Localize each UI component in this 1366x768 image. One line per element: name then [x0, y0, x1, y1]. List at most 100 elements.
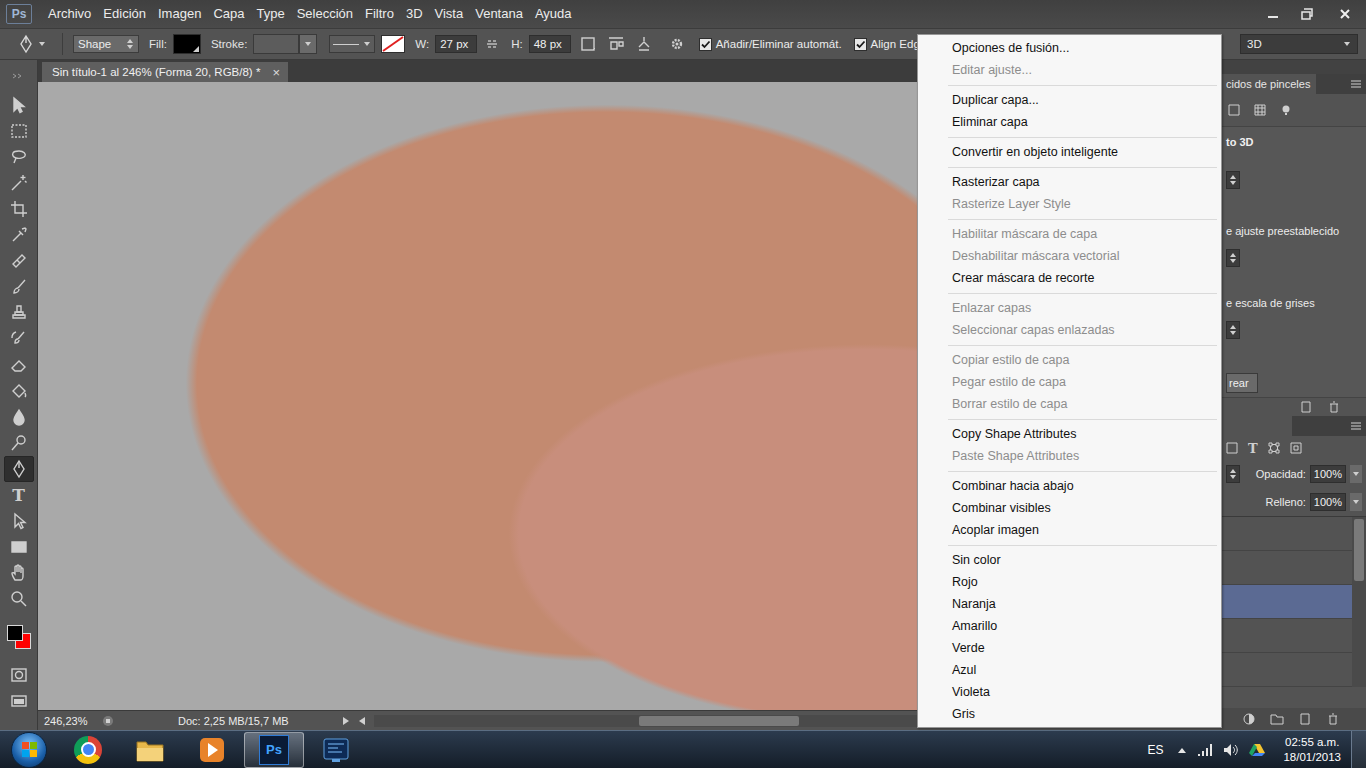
tool-button[interactable]	[4, 274, 34, 300]
context-menu-item[interactable]: Naranja	[920, 593, 1219, 615]
fill-dropdown[interactable]	[1350, 493, 1362, 511]
menu-item[interactable]: Ventana	[469, 0, 529, 28]
shape-filter-icon[interactable]	[1268, 442, 1280, 454]
context-menu-item[interactable]: Crear máscara de recorte	[920, 267, 1219, 289]
tool-preset-picker[interactable]	[16, 34, 52, 54]
dropdown[interactable]	[1226, 249, 1240, 267]
dropdown[interactable]	[1226, 171, 1240, 189]
context-menu-item[interactable]: Amarillo	[920, 615, 1219, 637]
context-menu-item[interactable]: Azul	[920, 659, 1219, 681]
menu-item[interactable]: Archivo	[42, 0, 97, 28]
scroll-left-icon[interactable]	[358, 716, 366, 726]
context-menu-item[interactable]: Combinar visibles	[920, 497, 1219, 519]
context-menu-item[interactable]: Rojo	[920, 571, 1219, 593]
vertical-scrollbar[interactable]	[1352, 517, 1366, 687]
opacity-field[interactable]: 100%	[1310, 465, 1346, 483]
context-menu-item[interactable]: Eliminar capa	[920, 111, 1219, 133]
tool-button[interactable]	[4, 404, 34, 430]
menu-item[interactable]: Ayuda	[529, 0, 578, 28]
path-operations-icon[interactable]	[579, 35, 597, 53]
foreground-color[interactable]	[7, 625, 23, 641]
minimize-button[interactable]	[1256, 0, 1290, 28]
quick-mask-button[interactable]	[4, 662, 34, 688]
trash-icon[interactable]	[1328, 401, 1340, 413]
stroke-type-dropdown[interactable]	[329, 35, 375, 53]
menu-item[interactable]: Selección	[291, 0, 359, 28]
checkbox[interactable]	[699, 38, 712, 51]
tool-button[interactable]	[4, 534, 34, 560]
close-button[interactable]	[1324, 0, 1366, 28]
height-field[interactable]: 48 px	[529, 35, 571, 53]
taskbar-app-button[interactable]	[58, 732, 118, 768]
dropdown[interactable]	[1226, 321, 1240, 339]
layer-row[interactable]	[1222, 653, 1352, 687]
new-layer-icon[interactable]	[1298, 713, 1312, 725]
taskbar-app-button[interactable]	[120, 732, 180, 768]
fill-swatch[interactable]	[173, 34, 201, 54]
menu-item[interactable]: Vista	[429, 0, 470, 28]
tool-button[interactable]	[4, 170, 34, 196]
collapse-grip[interactable]	[0, 60, 37, 92]
adjustment-layer-icon[interactable]	[1242, 713, 1256, 725]
menu-item[interactable]: Type	[250, 0, 290, 28]
layer-row[interactable]	[1222, 551, 1352, 585]
tool-button[interactable]	[4, 560, 34, 586]
tool-button[interactable]	[4, 144, 34, 170]
context-menu-item[interactable]: Gris	[920, 703, 1219, 725]
context-menu-item[interactable]: Combinar hacia abajo	[920, 475, 1219, 497]
light-bulb-icon[interactable]	[1280, 104, 1292, 116]
image-filter-icon[interactable]	[1226, 442, 1238, 454]
status-menu-icon[interactable]	[342, 716, 350, 726]
screen-mode-button[interactable]	[4, 688, 34, 714]
taskbar-app-button[interactable]: Ps	[244, 732, 304, 768]
option-checkbox[interactable]: Añadir/Eliminar automát.	[699, 38, 842, 51]
path-arrangement-icon[interactable]	[635, 35, 653, 53]
tool-button[interactable]	[4, 508, 34, 534]
layers-tab[interactable]	[1222, 416, 1292, 436]
gear-icon[interactable]	[669, 36, 685, 52]
menu-item[interactable]: Edición	[97, 0, 152, 28]
width-field[interactable]: 27 px	[435, 35, 477, 53]
menu-item[interactable]: Imagen	[152, 0, 207, 28]
fill-field[interactable]: 100%	[1310, 493, 1346, 511]
layer-row[interactable]	[1222, 585, 1352, 619]
context-menu-item[interactable]: Violeta	[920, 681, 1219, 703]
close-tab-button[interactable]: ×	[272, 65, 280, 80]
volume-icon[interactable]	[1223, 743, 1239, 757]
context-menu-item[interactable]: Copy Shape Attributes	[920, 423, 1219, 445]
type-filter-glyph[interactable]: T	[1248, 441, 1258, 456]
tool-button[interactable]	[4, 326, 34, 352]
show-hidden-icons-icon[interactable]	[1177, 746, 1187, 754]
new-item-icon[interactable]	[1300, 401, 1312, 413]
smart-object-filter-icon[interactable]	[1290, 442, 1302, 454]
context-menu-item[interactable]: Verde	[920, 637, 1219, 659]
restore-button[interactable]	[1290, 0, 1324, 28]
document-tab[interactable]: Sin título-1 al 246% (Forma 20, RGB/8) *…	[42, 62, 288, 82]
show-desktop-button[interactable]	[1351, 731, 1366, 768]
tool-button[interactable]	[4, 222, 34, 248]
panel-menu-icon[interactable]	[1350, 421, 1362, 431]
taskbar-app-button[interactable]	[182, 732, 242, 768]
tool-button[interactable]	[4, 586, 34, 612]
context-menu-item[interactable]: Acoplar imagen	[920, 519, 1219, 541]
create-button[interactable]: rear	[1226, 373, 1258, 393]
opacity-dropdown[interactable]	[1350, 465, 1362, 483]
document-icon[interactable]	[102, 715, 114, 727]
path-alignment-icon[interactable]	[607, 35, 625, 53]
stroke-swatch[interactable]	[253, 34, 299, 54]
scroll-thumb[interactable]	[1354, 519, 1364, 581]
taskbar-app-button[interactable]	[306, 732, 366, 768]
panel-menu-icon[interactable]	[1350, 79, 1362, 89]
mode-dropdown[interactable]: Shape	[73, 35, 139, 53]
tool-button[interactable]	[4, 248, 34, 274]
checkbox[interactable]	[854, 38, 867, 51]
trash-icon[interactable]	[1326, 713, 1340, 725]
workspace-dropdown[interactable]: 3D	[1240, 34, 1358, 54]
layer-row[interactable]	[1222, 619, 1352, 653]
tool-button[interactable]	[4, 196, 34, 222]
menu-item[interactable]: Capa	[207, 0, 250, 28]
tool-button[interactable]	[4, 352, 34, 378]
language-indicator[interactable]: ES	[1147, 743, 1163, 757]
start-button[interactable]	[0, 731, 58, 768]
tool-button[interactable]	[4, 430, 34, 456]
